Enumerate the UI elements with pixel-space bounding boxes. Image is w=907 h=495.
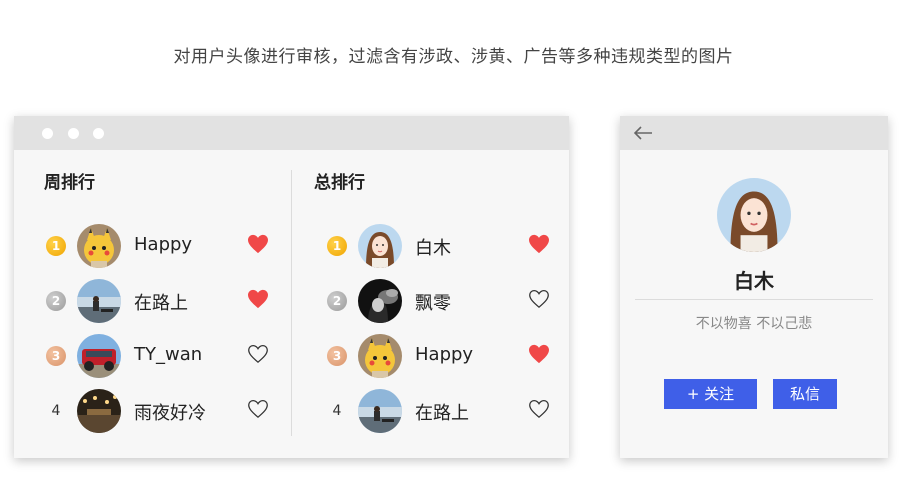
rank-badge: 2	[327, 291, 347, 311]
window-dot-icon	[68, 128, 79, 139]
ranking-row[interactable]: 3 TY_wan	[14, 332, 291, 380]
like-heart-icon[interactable]	[528, 344, 550, 366]
user-name[interactable]: TY_wan	[134, 344, 202, 365]
profile-avatar[interactable]	[717, 178, 791, 252]
follow-button[interactable]: + 关注	[664, 379, 757, 409]
like-heart-outline-icon[interactable]	[247, 399, 269, 421]
avatar[interactable]	[358, 389, 402, 433]
page-caption: 对用户头像进行审核，过滤含有涉政、涉黄、广告等多种违规类型的图片	[173, 47, 734, 67]
user-name[interactable]: 白木	[415, 234, 451, 260]
avatar[interactable]	[358, 224, 402, 268]
avatar[interactable]	[358, 279, 402, 323]
rank-badge: 3	[327, 346, 347, 366]
ranking-row[interactable]: 1 白木	[292, 222, 569, 270]
like-heart-outline-icon[interactable]	[528, 399, 550, 421]
week-ranking-title: 周排行	[44, 173, 95, 193]
rank-badge: 1	[46, 236, 66, 256]
user-name[interactable]: 雨夜好冷	[134, 399, 206, 425]
like-heart-icon[interactable]	[247, 234, 269, 256]
window-titlebar	[14, 116, 569, 150]
ranking-row[interactable]: 3 Happy	[292, 332, 569, 380]
user-name[interactable]: 在路上	[134, 289, 188, 315]
like-heart-outline-icon[interactable]	[528, 289, 550, 311]
user-name[interactable]: Happy	[134, 234, 192, 255]
window-dot-icon	[93, 128, 104, 139]
rank-badge: 1	[327, 236, 347, 256]
ranking-row[interactable]: 4 在路上	[292, 387, 569, 435]
profile-name: 白木	[734, 269, 774, 293]
profile-window: 白木 不以物喜 不以己悲 + 关注 私信	[620, 116, 888, 458]
ranking-window: 周排行 1 Happy 2 在路上 3 TY_wan 4 雨夜好冷 总排行 1 …	[14, 116, 569, 458]
user-name[interactable]: 在路上	[415, 399, 469, 425]
profile-divider	[635, 299, 873, 300]
like-heart-icon[interactable]	[247, 289, 269, 311]
window-dot-icon	[42, 128, 53, 139]
message-button[interactable]: 私信	[773, 379, 837, 409]
avatar[interactable]	[358, 334, 402, 378]
profile-bio: 不以物喜 不以己悲	[695, 316, 813, 332]
avatar[interactable]	[77, 389, 121, 433]
rank-badge: 2	[46, 291, 66, 311]
ranking-row[interactable]: 4 雨夜好冷	[14, 387, 291, 435]
window-titlebar	[620, 116, 888, 150]
rank-number: 4	[332, 403, 342, 419]
rank-number: 4	[51, 403, 61, 419]
user-name[interactable]: Happy	[415, 344, 473, 365]
like-heart-outline-icon[interactable]	[247, 344, 269, 366]
avatar[interactable]	[77, 224, 121, 268]
avatar[interactable]	[77, 334, 121, 378]
user-name[interactable]: 飘零	[415, 289, 451, 315]
avatar[interactable]	[77, 279, 121, 323]
total-ranking-title: 总排行	[314, 173, 365, 193]
back-arrow-icon[interactable]	[632, 123, 654, 143]
ranking-row[interactable]: 2 在路上	[14, 277, 291, 325]
rank-badge: 3	[46, 346, 66, 366]
like-heart-icon[interactable]	[528, 234, 550, 256]
ranking-row[interactable]: 1 Happy	[14, 222, 291, 270]
ranking-row[interactable]: 2 飘零	[292, 277, 569, 325]
